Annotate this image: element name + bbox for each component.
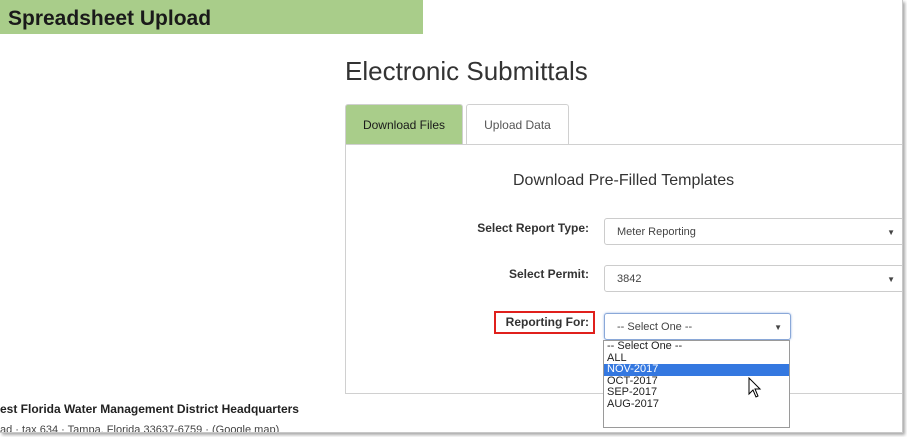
reporting-for-label: Reporting For: xyxy=(505,315,589,329)
report-type-value: Meter Reporting xyxy=(617,226,696,238)
option-nov-2017[interactable]: NOV-2017 xyxy=(604,363,789,376)
report-type-select[interactable]: Meter Reporting ▼ xyxy=(604,218,902,245)
permit-select[interactable]: 3842 ▼ xyxy=(604,265,902,292)
footer-headquarters: est Florida Water Management District He… xyxy=(0,402,299,416)
permit-value: 3842 xyxy=(617,273,642,285)
reporting-for-select[interactable]: -- Select One -- ▼ xyxy=(604,313,791,340)
app-frame: Spreadsheet Upload Electronic Submittals… xyxy=(0,0,903,433)
permit-label: Select Permit: xyxy=(508,267,589,281)
mouse-cursor-icon xyxy=(748,377,762,398)
page-title: Electronic Submittals xyxy=(345,56,588,86)
page-banner: Spreadsheet Upload xyxy=(0,0,423,34)
reporting-for-value: -- Select One -- xyxy=(617,321,693,333)
option-select-one[interactable]: -- Select One -- xyxy=(604,340,789,353)
option-aug-2017[interactable]: AUG-2017 xyxy=(604,398,789,411)
chevron-down-icon: ▼ xyxy=(887,228,895,237)
tab-upload-data[interactable]: Upload Data xyxy=(466,104,569,144)
report-type-label: Select Report Type: xyxy=(477,221,589,235)
chevron-down-icon: ▼ xyxy=(774,323,782,332)
footer-address: ad · tax 634 · Tampa, Florida 33637-6759… xyxy=(0,424,280,432)
panel-heading: Download Pre-Filled Templates xyxy=(513,172,735,189)
chevron-down-icon: ▼ xyxy=(887,275,895,284)
tab-download-files[interactable]: Download Files xyxy=(345,104,463,144)
